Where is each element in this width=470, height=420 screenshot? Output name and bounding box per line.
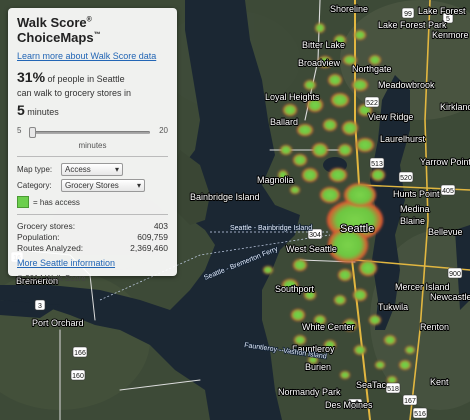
map-type-select[interactable]: Access ▾ (61, 163, 123, 176)
label-laurelhurst: Laurelhurst (380, 134, 426, 144)
access-swatch-icon (17, 196, 29, 208)
info-panel: Walk Score® ChoiceMaps™ Learn more about… (8, 8, 177, 283)
svg-text:5: 5 (446, 16, 450, 23)
label-bitter-lake: Bitter Lake (302, 40, 345, 50)
label-white-center: White Center (302, 322, 355, 332)
label-lake-forest-park: Lake Forest Park (378, 20, 447, 30)
label-kirkland: Kirkland (440, 102, 470, 112)
stat-value: 403 (153, 221, 168, 231)
label-northgate: Northgate (352, 64, 392, 74)
label-burien: Burien (305, 362, 331, 372)
slider-unit-label: minutes (78, 141, 107, 150)
label-ballard: Ballard (270, 117, 298, 127)
stat-row: Population: 609,759 (17, 232, 168, 243)
stat-label: Population: (17, 232, 60, 242)
slider-min-label: 5 (17, 126, 22, 135)
ferry-label-bainbridge: Seattle - Bainbridge Island (230, 225, 312, 232)
label-kenmore: Kenmore (432, 30, 469, 40)
label-loyal-heights: Loyal Heights (265, 92, 320, 102)
percent-suffix: of people in Seattle (45, 74, 125, 84)
label-magnolia: Magnolia (257, 175, 294, 185)
category-select[interactable]: Grocery Stores ▾ (61, 179, 145, 192)
label-shoreline: Shoreline (330, 4, 368, 14)
chevron-down-icon: ▾ (114, 165, 119, 174)
copyright: © 2014 Walk Score (17, 274, 86, 283)
svg-text:520: 520 (400, 175, 412, 182)
panel-title: Walk Score® ChoiceMaps™ (17, 15, 168, 45)
more-seattle-link[interactable]: More Seattle information (17, 258, 168, 268)
stat-row: Grocery stores: 403 (17, 221, 168, 232)
map-type-label: Map type: (17, 165, 53, 174)
label-view-ridge: View Ridge (368, 112, 413, 122)
slider-handle[interactable] (29, 127, 36, 138)
stat-label: Routes Analyzed: (17, 243, 84, 253)
svg-text:900: 900 (449, 271, 461, 278)
label-southport: Southport (275, 284, 315, 294)
svg-text:522: 522 (366, 100, 378, 107)
label-yarrow-point: Yarrow Point (420, 157, 470, 167)
stat-label: Grocery stores: (17, 221, 76, 231)
svg-text:3: 3 (38, 303, 42, 310)
minutes-value: 5 (17, 102, 25, 118)
slider-track[interactable] (29, 127, 150, 138)
svg-text:518: 518 (387, 386, 399, 393)
category-value: Grocery Stores (65, 181, 119, 190)
stat-value: 609,759 (137, 232, 168, 242)
legend-text: = has access (33, 197, 80, 207)
label-seatac: SeaTac (356, 380, 387, 390)
label-port-orchard: Port Orchard (32, 318, 84, 328)
map-type-value: Access (65, 165, 91, 174)
minutes-word: minutes (24, 107, 59, 117)
access-description: can walk to grocery stores in (17, 88, 132, 98)
svg-text:513: 513 (371, 161, 383, 168)
stat-value: 2,369,460 (130, 243, 168, 253)
svg-text:304: 304 (309, 232, 321, 239)
title-trademark: ™ (93, 31, 101, 39)
label-des-moines: Des Moines (325, 400, 373, 410)
label-newcastle: Newcastle (430, 292, 470, 302)
map-type-row: Map type: Access ▾ (17, 163, 168, 176)
label-renton: Renton (420, 322, 449, 332)
title-rest: ChoiceMaps (17, 30, 94, 45)
label-lake-forest: Lake Forest (418, 6, 466, 16)
label-bainbridge-island: Bainbridge Island (190, 192, 260, 202)
svg-text:516: 516 (414, 411, 426, 418)
stat-row: Routes Analyzed: 2,369,460 (17, 243, 168, 254)
label-kent: Kent (430, 377, 449, 387)
stats-list: Grocery stores: 403 Population: 609,759 … (17, 221, 168, 254)
svg-text:405: 405 (442, 188, 454, 195)
category-row: Category: Grocery Stores ▾ (17, 179, 168, 192)
minutes-row: 5 minutes (17, 102, 168, 118)
title-registered-mark: ® (86, 16, 92, 24)
label-tukwila: Tukwila (378, 302, 408, 312)
svg-text:160: 160 (72, 373, 84, 380)
label-mercer-island: Mercer Island (395, 282, 450, 292)
svg-text:167: 167 (404, 398, 416, 405)
label-normandy-park: Normandy Park (278, 387, 341, 397)
divider (17, 214, 168, 215)
svg-text:99: 99 (404, 11, 412, 18)
label-hunts-point: Hunts Point (393, 189, 440, 199)
slider-max-label: 20 (159, 126, 168, 135)
percent-value: 31% (17, 69, 46, 85)
label-medina: Medina (400, 204, 430, 214)
label-seattle: Seattle (340, 223, 374, 235)
svg-text:166: 166 (74, 350, 86, 357)
label-broadview: Broadview (298, 58, 341, 68)
label-meadowbrook: Meadowbrook (378, 80, 435, 90)
label-blaine: Blaine (400, 216, 425, 226)
legend: = has access (17, 196, 168, 208)
divider (17, 156, 168, 157)
category-label: Category: (17, 181, 52, 190)
percent-row: 31% of people in Seattle (17, 69, 168, 85)
chevron-down-icon: ▾ (136, 181, 141, 190)
label-west-seattle: West Seattle (286, 244, 337, 254)
minutes-slider[interactable]: 5 20 (17, 126, 168, 140)
title-text: Walk Score (17, 15, 87, 30)
learn-more-link[interactable]: Learn more about Walk Score data (17, 51, 168, 61)
label-bellevue: Bellevue (428, 227, 463, 237)
